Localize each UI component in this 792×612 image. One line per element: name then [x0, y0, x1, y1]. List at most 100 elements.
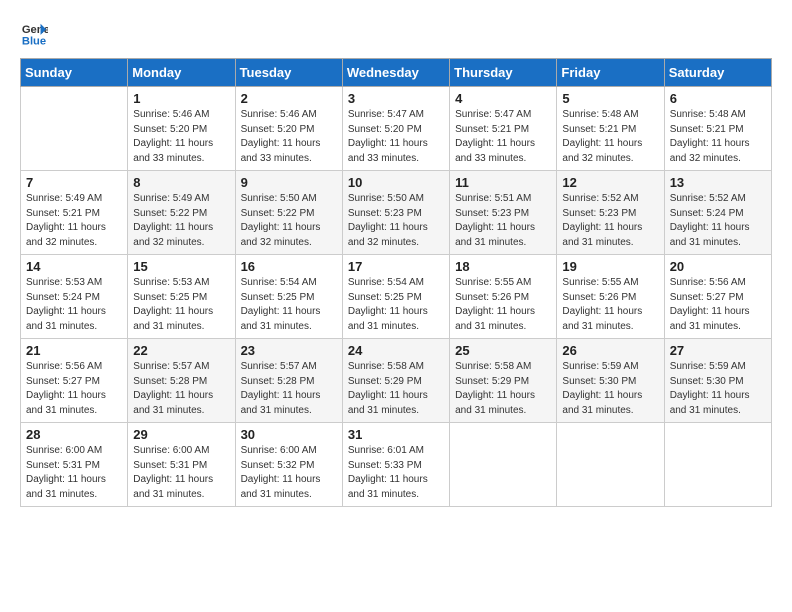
logo: General Blue: [20, 20, 48, 48]
calendar-cell: 10Sunrise: 5:50 AM Sunset: 5:23 PM Dayli…: [342, 171, 449, 255]
day-info: Sunrise: 5:55 AM Sunset: 5:26 PM Dayligh…: [455, 276, 551, 334]
calendar-cell: 4 Sunrise: 5:47 AM Sunset: 5:21 PM Daylig…: [450, 87, 557, 171]
day-info: Sunrise: 5:48 AM Sunset: 5:21 PM Dayligh…: [670, 108, 766, 166]
day-number: 28: [26, 427, 122, 442]
day-number: 29: [133, 427, 229, 442]
calendar-cell: 21 Sunrise: 5:56 AM Sunset: 5:27 PM Dayli…: [21, 339, 128, 423]
day-number: 4: [455, 91, 551, 106]
day-info: Sunrise: 5:53 AM Sunset: 5:25 PM Dayligh…: [133, 276, 229, 334]
day-number: 1: [133, 91, 229, 106]
day-info: Sunrise: 6:00 AM Sunset: 5:32 PM Dayligh…: [241, 444, 337, 502]
day-info: Sunrise: 5:53 AM Sunset: 5:24 PM Dayligh…: [26, 276, 122, 334]
day-info: Sunrise: 5:56 AM Sunset: 5:27 PM Dayligh…: [670, 276, 766, 334]
day-number: 7: [26, 175, 122, 190]
calendar-cell: 14 Sunrise: 5:53 AM Sunset: 5:24 PM Dayli…: [21, 255, 128, 339]
weekday-header-monday: Monday: [128, 59, 235, 87]
calendar-cell: 11 Sunrise: 5:51 AM Sunset: 5:23 PM Dayli…: [450, 171, 557, 255]
week-row-5: 28 Sunrise: 6:00 AM Sunset: 5:31 PM Dayli…: [21, 423, 772, 507]
calendar-cell: 13 Sunrise: 5:52 AM Sunset: 5:24 PM Dayli…: [664, 171, 771, 255]
day-info: Sunrise: 5:49 AM Sunset: 5:21 PM Dayligh…: [26, 192, 122, 250]
day-info: Sunrise: 5:52 AM Sunset: 5:24 PM Dayligh…: [670, 192, 766, 250]
day-info: Sunrise: 6:00 AM Sunset: 5:31 PM Dayligh…: [26, 444, 122, 502]
calendar-cell: 31Sunrise: 6:01 AM Sunset: 5:33 PM Dayli…: [342, 423, 449, 507]
calendar-cell: 6 Sunrise: 5:48 AM Sunset: 5:21 PM Daylig…: [664, 87, 771, 171]
day-info: Sunrise: 5:47 AM Sunset: 5:21 PM Dayligh…: [455, 108, 551, 166]
day-number: 3: [348, 91, 444, 106]
week-row-2: 7 Sunrise: 5:49 AM Sunset: 5:21 PM Daylig…: [21, 171, 772, 255]
calendar-cell: 8 Sunrise: 5:49 AM Sunset: 5:22 PM Daylig…: [128, 171, 235, 255]
day-number: 13: [670, 175, 766, 190]
calendar-cell: [21, 87, 128, 171]
day-number: 27: [670, 343, 766, 358]
weekday-header-sunday: Sunday: [21, 59, 128, 87]
day-info: Sunrise: 5:57 AM Sunset: 5:28 PM Dayligh…: [133, 360, 229, 418]
day-info: Sunrise: 5:54 AM Sunset: 5:25 PM Dayligh…: [241, 276, 337, 334]
calendar-cell: 23Sunrise: 5:57 AM Sunset: 5:28 PM Dayli…: [235, 339, 342, 423]
calendar-cell: 19Sunrise: 5:55 AM Sunset: 5:26 PM Dayli…: [557, 255, 664, 339]
day-info: Sunrise: 5:56 AM Sunset: 5:27 PM Dayligh…: [26, 360, 122, 418]
weekday-header-friday: Friday: [557, 59, 664, 87]
week-row-1: 1 Sunrise: 5:46 AM Sunset: 5:20 PM Daylig…: [21, 87, 772, 171]
calendar-cell: 16 Sunrise: 5:54 AM Sunset: 5:25 PM Dayli…: [235, 255, 342, 339]
header: General Blue: [20, 20, 772, 48]
week-row-3: 14 Sunrise: 5:53 AM Sunset: 5:24 PM Dayli…: [21, 255, 772, 339]
day-number: 24: [348, 343, 444, 358]
calendar-cell: 18 Sunrise: 5:55 AM Sunset: 5:26 PM Dayli…: [450, 255, 557, 339]
day-info: Sunrise: 5:54 AM Sunset: 5:25 PM Dayligh…: [348, 276, 444, 334]
calendar-cell: [450, 423, 557, 507]
day-number: 12: [562, 175, 658, 190]
day-info: Sunrise: 5:51 AM Sunset: 5:23 PM Dayligh…: [455, 192, 551, 250]
day-number: 14: [26, 259, 122, 274]
day-info: Sunrise: 5:57 AM Sunset: 5:28 PM Dayligh…: [241, 360, 337, 418]
day-number: 30: [241, 427, 337, 442]
calendar-cell: 24Sunrise: 5:58 AM Sunset: 5:29 PM Dayli…: [342, 339, 449, 423]
day-info: Sunrise: 6:00 AM Sunset: 5:31 PM Dayligh…: [133, 444, 229, 502]
calendar-cell: [664, 423, 771, 507]
day-number: 8: [133, 175, 229, 190]
day-info: Sunrise: 5:46 AM Sunset: 5:20 PM Dayligh…: [241, 108, 337, 166]
calendar-cell: 2 Sunrise: 5:46 AM Sunset: 5:20 PM Daylig…: [235, 87, 342, 171]
calendar-cell: 15 Sunrise: 5:53 AM Sunset: 5:25 PM Dayli…: [128, 255, 235, 339]
day-info: Sunrise: 5:47 AM Sunset: 5:20 PM Dayligh…: [348, 108, 444, 166]
day-number: 17: [348, 259, 444, 274]
calendar-cell: 9Sunrise: 5:50 AM Sunset: 5:22 PM Daylig…: [235, 171, 342, 255]
calendar-table: SundayMondayTuesdayWednesdayThursdayFrid…: [20, 58, 772, 507]
day-number: 21: [26, 343, 122, 358]
weekday-header-tuesday: Tuesday: [235, 59, 342, 87]
day-info: Sunrise: 5:58 AM Sunset: 5:29 PM Dayligh…: [455, 360, 551, 418]
day-number: 5: [562, 91, 658, 106]
day-info: Sunrise: 5:52 AM Sunset: 5:23 PM Dayligh…: [562, 192, 658, 250]
calendar-cell: 7 Sunrise: 5:49 AM Sunset: 5:21 PM Daylig…: [21, 171, 128, 255]
day-info: Sunrise: 5:59 AM Sunset: 5:30 PM Dayligh…: [562, 360, 658, 418]
day-info: Sunrise: 5:49 AM Sunset: 5:22 PM Dayligh…: [133, 192, 229, 250]
day-number: 2: [241, 91, 337, 106]
calendar-cell: 17 Sunrise: 5:54 AM Sunset: 5:25 PM Dayli…: [342, 255, 449, 339]
calendar-cell: 29 Sunrise: 6:00 AM Sunset: 5:31 PM Dayli…: [128, 423, 235, 507]
day-number: 11: [455, 175, 551, 190]
day-number: 9: [241, 175, 337, 190]
calendar-cell: 22 Sunrise: 5:57 AM Sunset: 5:28 PM Dayli…: [128, 339, 235, 423]
day-number: 10: [348, 175, 444, 190]
calendar-cell: 5Sunrise: 5:48 AM Sunset: 5:21 PM Daylig…: [557, 87, 664, 171]
day-number: 18: [455, 259, 551, 274]
day-number: 26: [562, 343, 658, 358]
day-number: 25: [455, 343, 551, 358]
calendar-cell: 1Sunrise: 5:46 AM Sunset: 5:20 PM Daylig…: [128, 87, 235, 171]
calendar-cell: 3 Sunrise: 5:47 AM Sunset: 5:20 PM Daylig…: [342, 87, 449, 171]
day-number: 6: [670, 91, 766, 106]
day-number: 22: [133, 343, 229, 358]
weekday-header-thursday: Thursday: [450, 59, 557, 87]
day-number: 15: [133, 259, 229, 274]
calendar-cell: 25 Sunrise: 5:58 AM Sunset: 5:29 PM Dayli…: [450, 339, 557, 423]
calendar-cell: 20Sunrise: 5:56 AM Sunset: 5:27 PM Dayli…: [664, 255, 771, 339]
weekday-header-wednesday: Wednesday: [342, 59, 449, 87]
day-info: Sunrise: 5:55 AM Sunset: 5:26 PM Dayligh…: [562, 276, 658, 334]
calendar-cell: 27Sunrise: 5:59 AM Sunset: 5:30 PM Dayli…: [664, 339, 771, 423]
calendar-cell: 30 Sunrise: 6:00 AM Sunset: 5:32 PM Dayli…: [235, 423, 342, 507]
svg-text:Blue: Blue: [22, 35, 46, 47]
logo-icon: General Blue: [20, 20, 48, 48]
day-number: 16: [241, 259, 337, 274]
calendar-cell: 28 Sunrise: 6:00 AM Sunset: 5:31 PM Dayli…: [21, 423, 128, 507]
calendar-cell: 12 Sunrise: 5:52 AM Sunset: 5:23 PM Dayli…: [557, 171, 664, 255]
calendar-cell: 26 Sunrise: 5:59 AM Sunset: 5:30 PM Dayli…: [557, 339, 664, 423]
